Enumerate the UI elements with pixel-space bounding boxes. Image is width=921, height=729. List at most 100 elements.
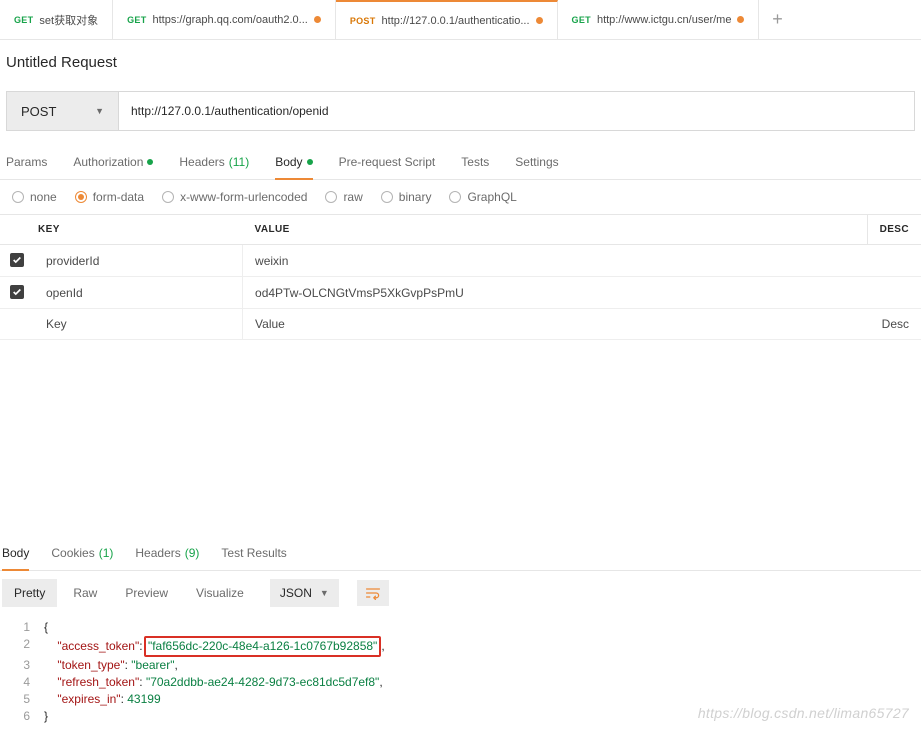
radio-xwww[interactable]: x-www-form-urlencoded xyxy=(162,190,307,204)
tab-authorization[interactable]: Authorization xyxy=(73,145,153,179)
json-value: "faf656dc-220c-48e4-a126-1c0767b92858" xyxy=(148,639,377,653)
method-badge: GET xyxy=(127,15,146,25)
wrap-lines-button[interactable] xyxy=(357,580,389,606)
tab-label: Tests xyxy=(461,155,489,169)
col-value: VALUE xyxy=(243,215,868,245)
cell-key-placeholder[interactable]: Key xyxy=(34,309,243,340)
radio-icon xyxy=(162,191,174,203)
chevron-down-icon: ▼ xyxy=(95,106,104,116)
radio-label: none xyxy=(30,190,57,204)
pretty-button[interactable]: Pretty xyxy=(2,579,57,607)
tab-label: Pre-request Script xyxy=(339,155,436,169)
radio-formdata[interactable]: form-data xyxy=(75,190,144,204)
method-select[interactable]: POST ▼ xyxy=(6,91,118,131)
tab-item-2[interactable]: POST http://127.0.0.1/authenticatio... xyxy=(336,0,558,39)
radio-none[interactable]: none xyxy=(12,190,57,204)
tab-title: http://127.0.0.1/authenticatio... xyxy=(382,15,530,27)
tab-label: Headers xyxy=(179,155,224,169)
cell-key[interactable]: providerId xyxy=(34,245,243,277)
radio-graphql[interactable]: GraphQL xyxy=(449,190,516,204)
col-key: KEY xyxy=(0,215,243,245)
tab-item-1[interactable]: GET https://graph.qq.com/oauth2.0... xyxy=(113,0,336,39)
status-dot-icon xyxy=(147,159,153,165)
response-body-code[interactable]: 1{ 2 "access_token": "faf656dc-220c-48e4… xyxy=(0,615,921,729)
line-number: 2 xyxy=(0,636,44,653)
json-value: "70a2ddbb-ae24-4282-9d73-ec81dc5d7ef8" xyxy=(146,675,379,689)
checkbox-icon[interactable] xyxy=(10,285,24,299)
table-row-empty[interactable]: Key Value Desc xyxy=(0,309,921,340)
method-badge: POST xyxy=(350,16,376,26)
checkbox-icon[interactable] xyxy=(10,253,24,267)
table-row[interactable]: openId od4PTw-OLCNGtVmsP5XkGvpPsPmU xyxy=(0,277,921,309)
tab-prerequest[interactable]: Pre-request Script xyxy=(339,145,436,179)
headers-count: (9) xyxy=(185,546,200,560)
format-value: JSON xyxy=(280,586,312,600)
visualize-button[interactable]: Visualize xyxy=(184,579,256,607)
radio-icon xyxy=(381,191,393,203)
cell-desc-placeholder[interactable]: Desc xyxy=(867,309,921,340)
tab-body[interactable]: Body xyxy=(275,145,312,179)
request-subtabs: Params Authorization Headers (11) Body P… xyxy=(0,145,921,180)
add-tab-button[interactable]: + xyxy=(759,0,795,39)
cell-value-placeholder[interactable]: Value xyxy=(243,309,868,340)
tab-label: Params xyxy=(6,155,47,169)
unsaved-dot-icon xyxy=(536,17,543,24)
highlighted-value: "faf656dc-220c-48e4-a126-1c0767b92858" xyxy=(144,636,381,657)
tab-label: Cookies xyxy=(51,546,94,560)
line-number: 6 xyxy=(0,708,44,725)
request-name[interactable]: Untitled Request xyxy=(0,40,921,85)
response-toolbar: Pretty Raw Preview Visualize JSON ▼ xyxy=(0,571,921,615)
headers-count: (11) xyxy=(229,155,249,169)
tab-params[interactable]: Params xyxy=(6,145,47,179)
radio-icon xyxy=(12,191,24,203)
resp-tab-cookies[interactable]: Cookies (1) xyxy=(51,536,113,570)
radio-label: form-data xyxy=(93,190,144,204)
resp-tab-testresults[interactable]: Test Results xyxy=(221,536,286,570)
json-key: "refresh_token" xyxy=(57,675,139,689)
radio-binary[interactable]: binary xyxy=(381,190,432,204)
tab-settings[interactable]: Settings xyxy=(515,145,558,179)
tab-label: Body xyxy=(275,155,302,169)
tab-title: http://www.ictgu.cn/user/me xyxy=(597,14,732,26)
tab-item-3[interactable]: GET http://www.ictgu.cn/user/me xyxy=(558,0,760,39)
method-badge: GET xyxy=(14,15,33,25)
unsaved-dot-icon xyxy=(314,16,321,23)
tab-label: Headers xyxy=(135,546,180,560)
radio-label: x-www-form-urlencoded xyxy=(180,190,307,204)
response-tabs: Body Cookies (1) Headers (9) Test Result… xyxy=(0,536,921,571)
resp-tab-body[interactable]: Body xyxy=(2,536,29,570)
cell-value[interactable]: od4PTw-OLCNGtVmsP5XkGvpPsPmU xyxy=(243,277,868,309)
url-input[interactable] xyxy=(118,91,915,131)
line-number: 3 xyxy=(0,657,44,674)
method-badge: GET xyxy=(572,15,591,25)
radio-icon xyxy=(75,191,87,203)
table-row[interactable]: providerId weixin xyxy=(0,245,921,277)
raw-button[interactable]: Raw xyxy=(61,579,109,607)
tab-headers[interactable]: Headers (11) xyxy=(179,145,249,179)
tab-item-0[interactable]: GET set获取对象 xyxy=(0,0,113,39)
json-value: "bearer" xyxy=(131,658,174,672)
line-number: 1 xyxy=(0,619,44,636)
cell-key[interactable]: openId xyxy=(34,277,243,309)
preview-button[interactable]: Preview xyxy=(113,579,180,607)
tab-title: https://graph.qq.com/oauth2.0... xyxy=(153,14,308,26)
tab-label: Test Results xyxy=(221,546,286,560)
url-row: POST ▼ xyxy=(0,85,921,145)
cell-value[interactable]: weixin xyxy=(243,245,868,277)
tab-tests[interactable]: Tests xyxy=(461,145,489,179)
method-text: GET xyxy=(14,15,33,25)
tab-label: Body xyxy=(2,546,29,560)
radio-label: GraphQL xyxy=(467,190,516,204)
status-dot-icon xyxy=(307,159,313,165)
radio-label: binary xyxy=(399,190,432,204)
resp-tab-headers[interactable]: Headers (9) xyxy=(135,536,199,570)
radio-raw[interactable]: raw xyxy=(325,190,362,204)
tab-label: Settings xyxy=(515,155,558,169)
radio-label: raw xyxy=(343,190,362,204)
chevron-down-icon: ▼ xyxy=(320,588,329,598)
json-value: 43199 xyxy=(127,692,160,706)
format-select[interactable]: JSON ▼ xyxy=(270,579,339,607)
line-number: 5 xyxy=(0,691,44,708)
line-number: 4 xyxy=(0,674,44,691)
cookies-count: (1) xyxy=(99,546,114,560)
